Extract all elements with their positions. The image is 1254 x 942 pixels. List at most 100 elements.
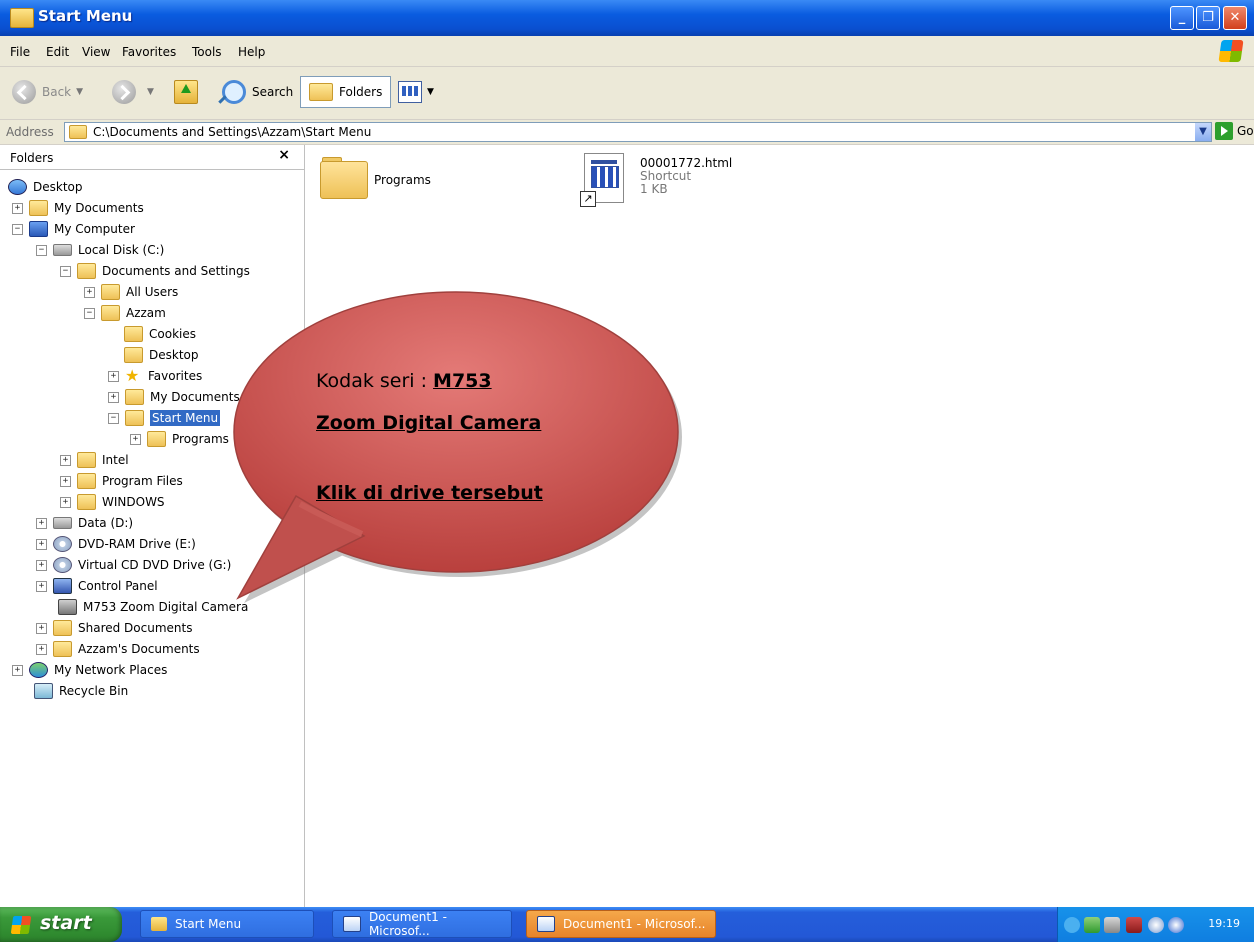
- tree-item-azzam[interactable]: − Azzam: [84, 303, 166, 323]
- search-button[interactable]: Search: [222, 77, 293, 107]
- start-button[interactable]: start: [0, 907, 122, 942]
- menu-favorites[interactable]: Favorites: [122, 45, 176, 59]
- expand-icon[interactable]: +: [130, 433, 141, 445]
- tree-item-my-network-places[interactable]: + My Network Places: [12, 660, 167, 680]
- recycle-bin-icon: [34, 683, 53, 699]
- close-button[interactable]: ✕: [1223, 6, 1247, 30]
- antivirus-icon[interactable]: [1168, 917, 1184, 933]
- expand-icon[interactable]: +: [36, 580, 47, 592]
- folder-icon: [69, 125, 87, 139]
- expand-icon[interactable]: +: [84, 286, 95, 298]
- expand-icon[interactable]: +: [36, 559, 47, 571]
- chevron-down-icon[interactable]: ▼: [147, 87, 154, 97]
- tree-item-programs[interactable]: + Programs: [130, 429, 229, 449]
- expand-icon[interactable]: +: [36, 622, 47, 634]
- expand-icon[interactable]: +: [60, 496, 71, 508]
- expand-icon[interactable]: +: [36, 517, 47, 529]
- expand-icon[interactable]: +: [60, 454, 71, 466]
- folders-button[interactable]: Folders: [300, 76, 392, 108]
- collapse-icon[interactable]: −: [84, 307, 95, 319]
- drive-icon: [53, 517, 72, 529]
- menu-file[interactable]: File: [10, 45, 30, 59]
- expand-icon[interactable]: +: [60, 475, 71, 487]
- start-label: start: [40, 912, 92, 934]
- tree-item-my-documents[interactable]: + My Documents: [12, 198, 144, 218]
- tree-item-control-panel[interactable]: + Control Panel: [36, 576, 158, 596]
- back-button[interactable]: Back ▼: [12, 77, 83, 107]
- shortcut-item[interactable]: ↗: [580, 153, 626, 209]
- volume-icon[interactable]: [1104, 917, 1120, 933]
- folder-icon: [53, 641, 72, 657]
- expand-icon[interactable]: +: [12, 202, 23, 214]
- taskbar-button-document1-a[interactable]: Document1 - Microsof...: [332, 910, 512, 938]
- callout-line3: Klik di drive tersebut: [316, 482, 543, 504]
- tree-item-m753-camera[interactable]: M753 Zoom Digital Camera: [58, 597, 248, 617]
- tree-item-start-menu[interactable]: − Start Menu: [108, 408, 221, 428]
- expand-icon[interactable]: +: [12, 664, 23, 676]
- taskbar-button-start-menu[interactable]: Start Menu: [140, 910, 314, 938]
- network-icon[interactable]: [1084, 917, 1100, 933]
- views-icon: [398, 81, 422, 103]
- views-button[interactable]: ▼: [398, 77, 434, 107]
- tree-item-program-files[interactable]: + Program Files: [60, 471, 183, 491]
- desktop-icon: [8, 179, 27, 195]
- tree-item-data-d[interactable]: + Data (D:): [36, 513, 133, 533]
- tree-item-all-users[interactable]: + All Users: [84, 282, 178, 302]
- network-icon: [29, 662, 48, 678]
- menu-view[interactable]: View: [82, 45, 110, 59]
- folder-open-icon: [125, 410, 144, 426]
- tree-item-shared-documents[interactable]: + Shared Documents: [36, 618, 192, 638]
- menu-edit[interactable]: Edit: [46, 45, 69, 59]
- tree-item-windows[interactable]: + WINDOWS: [60, 492, 165, 512]
- shortcut-details[interactable]: 00001772.html Shortcut 1 KB: [640, 157, 732, 196]
- go-button[interactable]: Go: [1215, 122, 1254, 140]
- collapse-icon[interactable]: −: [60, 265, 71, 277]
- collapse-icon[interactable]: −: [108, 412, 119, 424]
- forward-button[interactable]: ▼: [112, 77, 154, 107]
- tree-item-azzam-my-documents[interactable]: + My Documents: [108, 387, 240, 407]
- security-icon[interactable]: [1126, 917, 1142, 933]
- minimize-button[interactable]: _: [1170, 6, 1194, 30]
- maximize-button[interactable]: ❐: [1196, 6, 1220, 30]
- taskbar-button-document1-b[interactable]: Document1 - Microsof...: [526, 910, 716, 938]
- folder-icon: [77, 452, 96, 468]
- shortcut-size: 1 KB: [640, 182, 668, 196]
- windows-logo-icon: [1218, 40, 1244, 62]
- menu-tools[interactable]: Tools: [192, 45, 222, 59]
- search-icon: [222, 80, 246, 104]
- tree-item-desktop[interactable]: Desktop: [8, 177, 83, 197]
- tree-item-my-computer[interactable]: − My Computer: [12, 219, 135, 239]
- chevron-down-icon[interactable]: ▼: [427, 87, 434, 97]
- settings-icon[interactable]: [1148, 917, 1164, 933]
- address-input[interactable]: C:\Documents and Settings\Azzam\Start Me…: [64, 122, 1212, 142]
- tree-item-recycle-bin[interactable]: Recycle Bin: [34, 681, 128, 701]
- folder-up-icon: [174, 80, 198, 104]
- expand-icon[interactable]: +: [108, 370, 119, 382]
- chevron-down-icon[interactable]: ▼: [76, 87, 83, 97]
- chevron-down-icon[interactable]: ▼: [1195, 123, 1211, 141]
- tree-item-intel[interactable]: + Intel: [60, 450, 129, 470]
- folder-icon: [77, 473, 96, 489]
- chevron-left-icon[interactable]: [1064, 917, 1080, 933]
- collapse-icon[interactable]: −: [36, 244, 47, 256]
- close-icon[interactable]: ×: [278, 147, 290, 163]
- tree-item-documents-and-settings[interactable]: − Documents and Settings: [60, 261, 250, 281]
- tree-item-desktop-folder[interactable]: Desktop: [124, 345, 199, 365]
- tree-item-virtual-cd-drive[interactable]: + Virtual CD DVD Drive (G:): [36, 555, 231, 575]
- menu-help[interactable]: Help: [238, 45, 265, 59]
- tree-item-azzams-documents[interactable]: + Azzam's Documents: [36, 639, 200, 659]
- tree-item-favorites[interactable]: + ★ Favorites: [108, 366, 202, 386]
- tree-item-dvd-ram-drive[interactable]: + DVD-RAM Drive (E:): [36, 534, 196, 554]
- collapse-icon[interactable]: −: [12, 223, 23, 235]
- up-button[interactable]: [174, 77, 198, 107]
- tree-item-cookies[interactable]: Cookies: [124, 324, 196, 344]
- folder-icon: [29, 200, 48, 216]
- expand-icon[interactable]: +: [36, 538, 47, 550]
- programs-folder-item[interactable]: [320, 157, 368, 199]
- expand-icon[interactable]: +: [36, 643, 47, 655]
- title-bar[interactable]: Start Menu _ ❐ ✕: [0, 0, 1254, 36]
- expand-icon[interactable]: +: [108, 391, 119, 403]
- tree-item-local-disk[interactable]: − Local Disk (C:): [36, 240, 164, 260]
- address-value: C:\Documents and Settings\Azzam\Start Me…: [93, 125, 372, 139]
- programs-folder-label[interactable]: Programs: [374, 173, 431, 187]
